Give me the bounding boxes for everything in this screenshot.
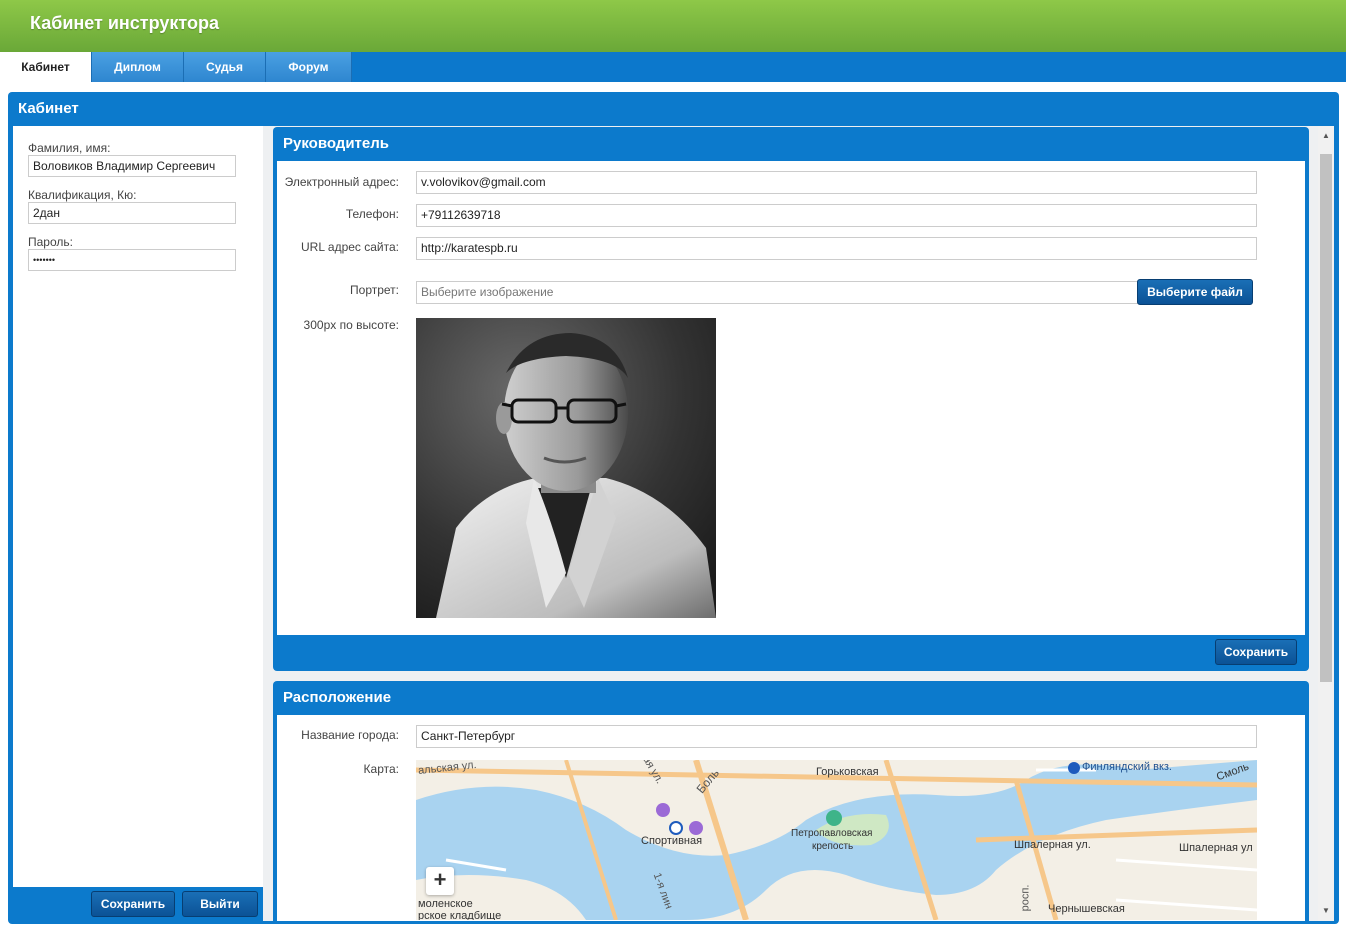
- location-map[interactable]: Горьковская Финляндский вкз. Смоль Спорт…: [416, 760, 1257, 920]
- map-label-shpalernaya-1: Шпалерная ул.: [1014, 839, 1091, 851]
- name-field[interactable]: Воловиков Владимир Сергеевич: [28, 155, 236, 177]
- location-panel: Расположение Название города: Санкт-Пете…: [273, 681, 1309, 921]
- phone-label: Телефон:: [345, 207, 399, 221]
- scroll-up-arrow-icon[interactable]: ▲: [1318, 128, 1334, 144]
- location-title: Расположение: [283, 689, 392, 706]
- tab-judge[interactable]: Судья: [184, 52, 266, 82]
- map-label-street-vert: росп.: [1019, 884, 1032, 912]
- email-field[interactable]: v.volovikov@gmail.com: [416, 171, 1257, 194]
- manager-save-button[interactable]: Сохранить: [1215, 639, 1297, 665]
- map-label: Карта:: [363, 762, 399, 776]
- map-label-smolenskoe-2: рское кладбище: [418, 910, 502, 920]
- logout-button[interactable]: Выйти: [182, 891, 258, 917]
- manager-body: Электронный адрес: v.volovikov@gmail.com…: [277, 161, 1305, 635]
- profile-save-button[interactable]: Сохранить: [91, 891, 175, 917]
- map-label-gorkovskaya: Горьковская: [816, 766, 879, 778]
- map-label-fortress-2: крепость: [812, 841, 854, 852]
- cabinet-title: Кабинет: [18, 100, 79, 117]
- tab-diploma[interactable]: Диплом: [92, 52, 184, 82]
- url-field[interactable]: http://karatespb.ru: [416, 237, 1257, 260]
- scroll-thumb[interactable]: [1320, 154, 1332, 682]
- map-label-sportivnaya: Спортивная: [641, 835, 703, 847]
- app-header: Кабинет инструктора: [0, 0, 1346, 52]
- tab-bar: Кабинет Диплом Судья Форум: [0, 52, 1346, 82]
- qualification-label: Квалификация, Кю:: [28, 188, 137, 202]
- portrait-height-note: 300px по высоте:: [303, 318, 399, 332]
- map-zoom-in-button[interactable]: +: [426, 867, 454, 895]
- map-label-fortress-1: Петропавловская: [791, 828, 873, 839]
- content-scrollbar[interactable]: ▲ ▼: [1318, 126, 1334, 921]
- portrait-file-input[interactable]: Выберите изображение: [416, 281, 1138, 304]
- profile-footer: Сохранить Выйти: [13, 887, 263, 921]
- name-label: Фамилия, имя:: [28, 141, 111, 155]
- tab-cabinet[interactable]: Кабинет: [0, 52, 92, 82]
- map-label-finland-station: Финляндский вкз.: [1082, 761, 1172, 773]
- manager-title: Руководитель: [283, 135, 389, 152]
- email-label: Электронный адрес:: [284, 175, 399, 189]
- scroll-down-arrow-icon[interactable]: ▼: [1318, 903, 1334, 919]
- app-title: Кабинет инструктора: [30, 13, 219, 33]
- password-field[interactable]: •••••••: [28, 249, 236, 271]
- choose-file-button[interactable]: Выберите файл: [1137, 279, 1253, 305]
- tab-forum[interactable]: Форум: [266, 52, 352, 82]
- manager-panel: Руководитель Электронный адрес: v.volovi…: [273, 127, 1309, 671]
- password-label: Пароль:: [28, 235, 73, 249]
- location-body: Название города: Санкт-Петербург Карта:: [277, 715, 1305, 921]
- city-field[interactable]: Санкт-Петербург: [416, 725, 1257, 748]
- qualification-field[interactable]: 2дан: [28, 202, 236, 224]
- url-label: URL адрес сайта:: [301, 240, 399, 254]
- map-label-chernyshevskaya: Чернышевская: [1048, 903, 1125, 915]
- city-label: Название города:: [301, 728, 399, 742]
- profile-sidebar: Фамилия, имя: Воловиков Владимир Сергеев…: [13, 126, 263, 887]
- portrait-image: [416, 318, 716, 618]
- phone-field[interactable]: +79112639718: [416, 204, 1257, 227]
- map-label-smolenskoe-1: моленское: [418, 898, 473, 910]
- portrait-label: Портрет:: [350, 283, 399, 297]
- map-label-shpalernaya-2: Шпалерная ул: [1179, 842, 1253, 854]
